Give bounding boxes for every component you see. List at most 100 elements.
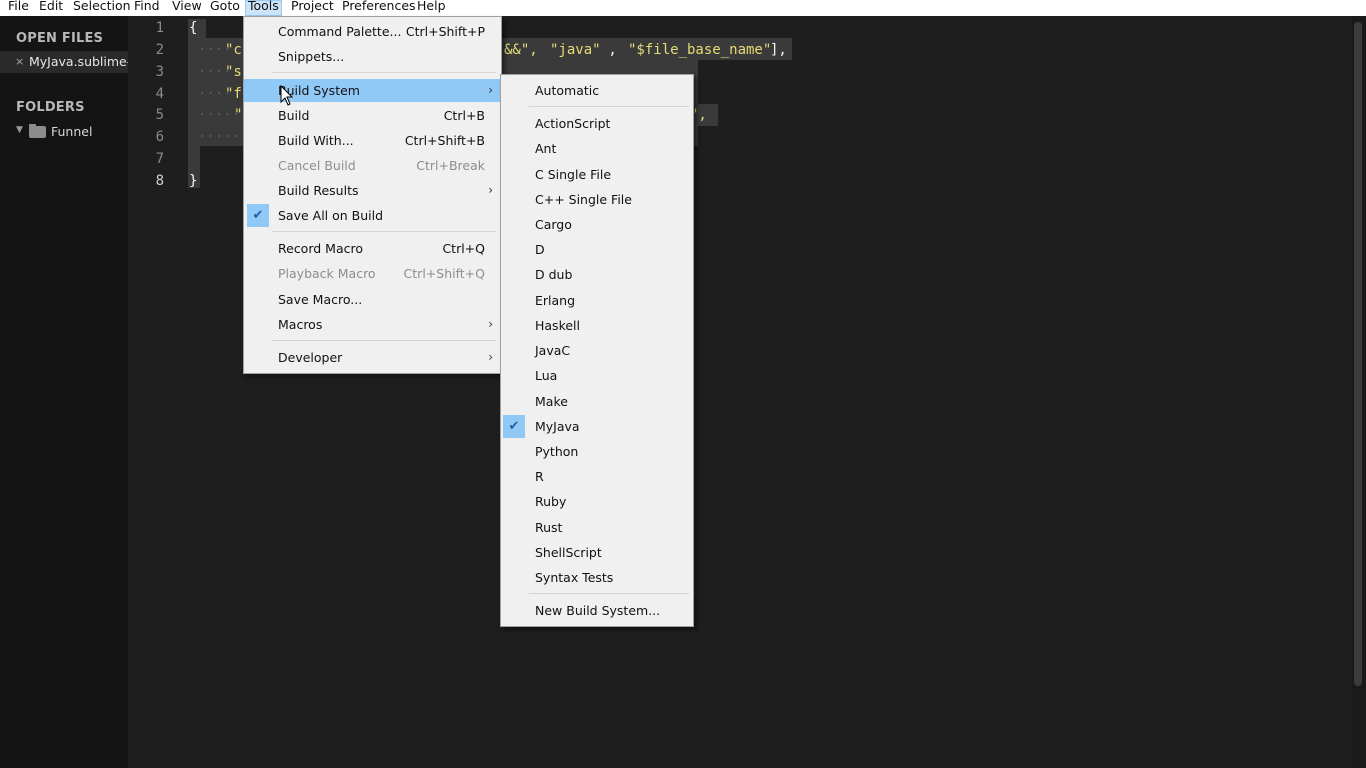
menu-item-cancel-build: Cancel Build Ctrl+Break bbox=[244, 154, 501, 177]
menu-find[interactable]: Find bbox=[132, 0, 162, 16]
build-system-haskell[interactable]: Haskell bbox=[501, 314, 693, 337]
scrollbar-thumb[interactable] bbox=[1354, 22, 1362, 686]
menu-item-label: Cargo bbox=[535, 217, 572, 232]
menu-item-build-with[interactable]: Build With... Ctrl+Shift+B bbox=[244, 129, 501, 152]
menu-view[interactable]: View bbox=[170, 0, 204, 16]
close-icon[interactable]: × bbox=[15, 55, 24, 68]
code-token: , bbox=[600, 42, 617, 58]
build-system-myjava[interactable]: ✔ MyJava bbox=[501, 415, 693, 438]
menu-item-shortcut: Ctrl+Shift+Q bbox=[403, 266, 485, 281]
sidebar: OPEN FILES × MyJava.sublime-build FOLDER… bbox=[0, 16, 128, 768]
line-number: 8 bbox=[155, 173, 164, 189]
build-system-submenu: Automatic ActionScript Ant C Single File… bbox=[500, 74, 694, 627]
menu-item-label: Erlang bbox=[535, 293, 576, 308]
folder-item-funnel[interactable]: ▼ Funnel bbox=[0, 122, 128, 142]
menu-separator bbox=[272, 231, 496, 232]
build-system-erlang[interactable]: Erlang bbox=[501, 289, 693, 312]
submenu-arrow-icon: › bbox=[488, 350, 493, 364]
build-system-cpp-single-file[interactable]: C++ Single File bbox=[501, 188, 693, 211]
build-system-d[interactable]: D bbox=[501, 238, 693, 261]
build-system-c-single-file[interactable]: C Single File bbox=[501, 163, 693, 186]
menu-item-label: Playback Macro bbox=[278, 266, 376, 281]
build-system-shellscript[interactable]: ShellScript bbox=[501, 541, 693, 564]
menu-item-label: Build Results bbox=[278, 183, 359, 198]
menu-item-save-macro[interactable]: Save Macro... bbox=[244, 288, 501, 311]
checkmark-icon: ✔ bbox=[247, 204, 269, 227]
menu-item-label: JavaC bbox=[535, 343, 571, 358]
menu-item-label: Cancel Build bbox=[278, 158, 356, 173]
menu-item-macros[interactable]: Macros › bbox=[244, 313, 501, 336]
menu-item-label: Ruby bbox=[535, 494, 567, 509]
build-system-lua[interactable]: Lua bbox=[501, 364, 693, 387]
submenu-arrow-icon: › bbox=[488, 317, 493, 331]
code-token-java: "java" bbox=[550, 42, 601, 58]
menu-item-save-all-on-build[interactable]: ✔ Save All on Build bbox=[244, 204, 501, 227]
menu-item-developer[interactable]: Developer › bbox=[244, 346, 501, 369]
menu-item-label: Python bbox=[535, 444, 579, 459]
menu-project[interactable]: Project bbox=[289, 0, 336, 16]
build-system-python[interactable]: Python bbox=[501, 440, 693, 463]
menu-item-label: D dub bbox=[535, 267, 573, 282]
line-number: 7 bbox=[155, 151, 164, 167]
folder-name: Funnel bbox=[51, 124, 93, 139]
build-system-ant[interactable]: Ant bbox=[501, 137, 693, 160]
menu-item-label: Syntax Tests bbox=[535, 570, 614, 585]
menu-item-label: D bbox=[535, 242, 545, 257]
build-system-ruby[interactable]: Ruby bbox=[501, 490, 693, 513]
menu-item-label: Save All on Build bbox=[278, 208, 384, 223]
build-system-cargo[interactable]: Cargo bbox=[501, 213, 693, 236]
menu-help[interactable]: Help bbox=[415, 0, 448, 16]
menu-item-label: Haskell bbox=[535, 318, 581, 333]
menu-separator bbox=[529, 593, 689, 594]
expand-triangle-icon[interactable]: ▼ bbox=[16, 125, 23, 135]
build-system-javac[interactable]: JavaC bbox=[501, 339, 693, 362]
menu-preferences[interactable]: Preferences bbox=[340, 0, 418, 16]
open-files-heading: OPEN FILES bbox=[16, 31, 104, 46]
menu-item-playback-macro: Playback Macro Ctrl+Shift+Q bbox=[244, 262, 501, 285]
menu-item-label: Command Palette... bbox=[278, 24, 402, 39]
menu-edit[interactable]: Edit bbox=[37, 0, 65, 16]
menu-item-snippets[interactable]: Snippets... bbox=[244, 45, 501, 68]
build-system-make[interactable]: Make bbox=[501, 390, 693, 413]
menu-item-label: Lua bbox=[535, 368, 558, 383]
menu-selection[interactable]: Selection bbox=[71, 0, 133, 16]
build-system-d-dub[interactable]: D dub bbox=[501, 263, 693, 286]
menu-separator bbox=[272, 340, 496, 341]
menu-item-label: C Single File bbox=[535, 167, 612, 182]
menu-item-build[interactable]: Build Ctrl+B bbox=[244, 104, 501, 127]
folders-heading: FOLDERS bbox=[16, 100, 85, 115]
line-number: 1 bbox=[155, 20, 164, 36]
menu-file[interactable]: File bbox=[6, 0, 31, 16]
editor-scrollbar[interactable] bbox=[1352, 16, 1366, 768]
build-system-new[interactable]: New Build System... bbox=[501, 599, 693, 622]
menu-item-command-palette[interactable]: Command Palette... Ctrl+Shift+P bbox=[244, 20, 501, 43]
build-system-r[interactable]: R bbox=[501, 465, 693, 488]
mouse-cursor-icon bbox=[280, 85, 294, 106]
menu-goto[interactable]: Goto bbox=[208, 0, 242, 16]
menu-item-label: New Build System... bbox=[535, 603, 661, 618]
menu-item-record-macro[interactable]: Record Macro Ctrl+Q bbox=[244, 237, 501, 260]
build-system-syntax-tests[interactable]: Syntax Tests bbox=[501, 566, 693, 589]
tools-menu: Command Palette... Ctrl+Shift+P Snippets… bbox=[243, 16, 502, 374]
menu-item-label: MyJava bbox=[535, 419, 580, 434]
menu-item-label: Build bbox=[278, 108, 310, 123]
menu-item-label: R bbox=[535, 469, 544, 484]
menu-item-label: Automatic bbox=[535, 83, 600, 98]
checkmark-icon: ✔ bbox=[503, 415, 525, 438]
build-system-rust[interactable]: Rust bbox=[501, 516, 693, 539]
open-file-item[interactable]: × MyJava.sublime-build bbox=[0, 51, 128, 73]
menu-item-label: Rust bbox=[535, 520, 563, 535]
line-number: 6 bbox=[155, 129, 164, 145]
line-number: 2 bbox=[155, 42, 164, 58]
code-token-basename: "$file_base_name" bbox=[628, 42, 772, 58]
menu-item-build-results[interactable]: Build Results › bbox=[244, 179, 501, 202]
code-token: &&", bbox=[504, 42, 547, 58]
open-file-name: MyJava.sublime-build bbox=[29, 54, 128, 69]
menu-item-label: Macros bbox=[278, 317, 323, 332]
menu-tools[interactable]: Tools bbox=[245, 0, 282, 16]
build-system-actionscript[interactable]: ActionScript bbox=[501, 112, 693, 135]
code-token: "c bbox=[225, 42, 242, 58]
code-close-brace: } bbox=[189, 173, 198, 189]
menu-item-shortcut: Ctrl+Shift+B bbox=[404, 133, 485, 148]
build-system-automatic[interactable]: Automatic bbox=[501, 79, 693, 102]
